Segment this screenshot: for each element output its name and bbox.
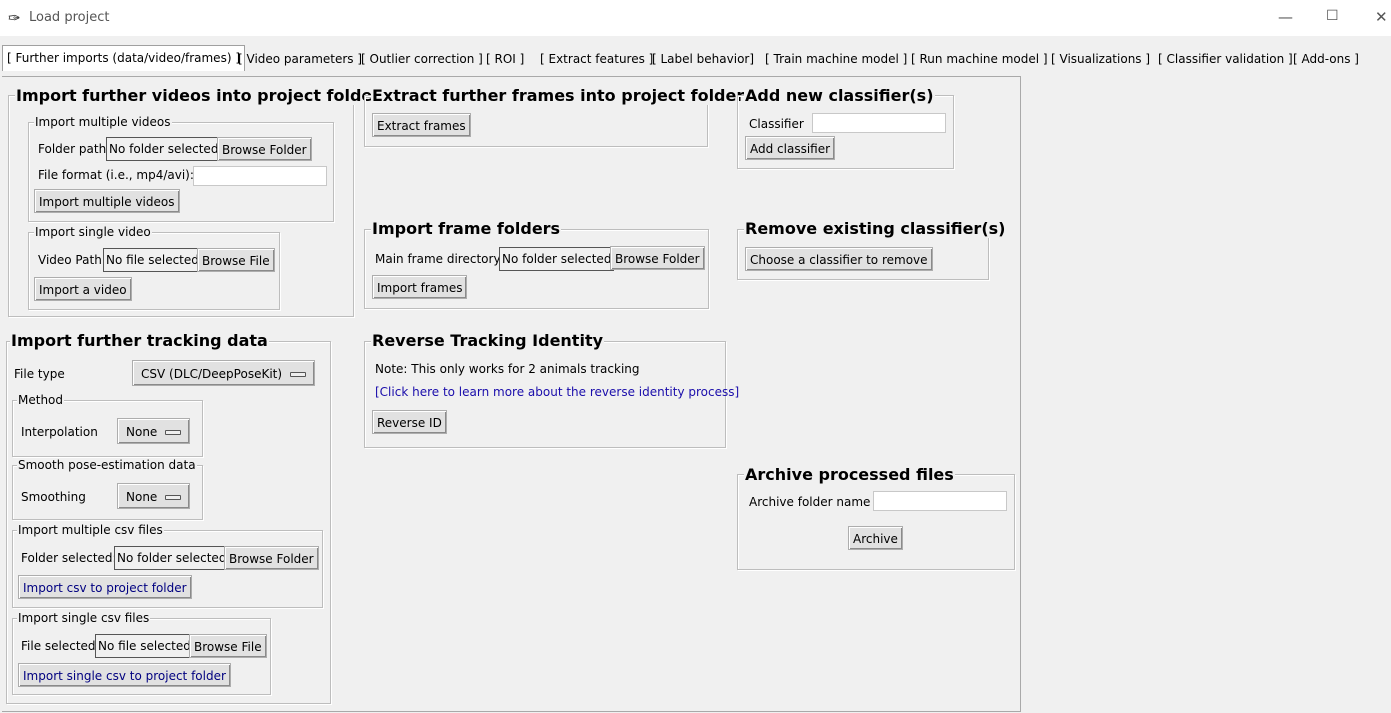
multi-csv-title: Import multiple csv files bbox=[17, 523, 164, 537]
archive-button[interactable]: Archive bbox=[848, 526, 903, 550]
smooth-title: Smooth pose-estimation data bbox=[17, 458, 197, 472]
classifier-field[interactable] bbox=[812, 113, 946, 133]
interpolation-value: None bbox=[126, 425, 158, 439]
smoothing-dropdown[interactable]: None bbox=[117, 483, 191, 509]
import-multiple-videos-title: Import multiple videos bbox=[34, 115, 172, 129]
maximize-icon[interactable]: ☐ bbox=[1326, 8, 1339, 24]
remove-classifier-title: Remove existing classifier(s) bbox=[744, 219, 1007, 238]
archive-folder-label: Archive folder name bbox=[749, 495, 871, 509]
tracking-data-title: Import further tracking data bbox=[10, 331, 269, 350]
tab-outlier-correction[interactable]: [ Outlier correction ] bbox=[361, 52, 483, 66]
interpolation-dropdown[interactable]: None bbox=[117, 418, 191, 444]
add-classifier-button[interactable]: Add classifier bbox=[745, 136, 836, 160]
video-path-status: No file selected bbox=[103, 248, 202, 272]
reverse-id-button[interactable]: Reverse ID bbox=[372, 410, 447, 434]
interpolation-label: Interpolation bbox=[21, 425, 98, 439]
dropdown-indicator-icon bbox=[165, 430, 182, 435]
dropdown-indicator-icon bbox=[290, 372, 307, 377]
extract-frames-button[interactable]: Extract frames bbox=[372, 113, 471, 137]
reverse-learn-more-link[interactable]: [Click here to learn more about the reve… bbox=[375, 385, 739, 399]
archive-frame bbox=[737, 474, 1015, 570]
tab-roi[interactable]: [ ROI ] bbox=[486, 52, 524, 66]
browse-frame-folder-button[interactable]: Browse Folder bbox=[610, 246, 705, 270]
extract-frames-title: Extract further frames into project fold… bbox=[371, 86, 746, 105]
reverse-identity-title: Reverse Tracking Identity bbox=[371, 331, 605, 350]
browse-file-button[interactable]: Browse File bbox=[197, 248, 275, 272]
folder-selected-status: No folder selected bbox=[114, 546, 230, 570]
remove-classifier-button[interactable]: Choose a classifier to remove bbox=[745, 247, 933, 271]
reverse-note: Note: This only works for 2 animals trac… bbox=[375, 362, 640, 376]
tab-classifier-validation[interactable]: [ Classifier validation ] bbox=[1158, 52, 1293, 66]
import-video-button[interactable]: Import a video bbox=[34, 277, 132, 301]
browse-folder-csv-button[interactable]: Browse Folder bbox=[224, 546, 319, 570]
import-csv-button[interactable]: Import csv to project folder bbox=[18, 575, 192, 599]
minimize-icon[interactable]: — bbox=[1278, 8, 1293, 26]
browse-folder-button[interactable]: Browse Folder bbox=[217, 137, 312, 161]
classifier-label: Classifier bbox=[749, 117, 804, 131]
window-title: Load project bbox=[29, 10, 110, 25]
tab-run-machine-model[interactable]: [ Run machine model ] bbox=[911, 52, 1048, 66]
file-type-label: File type bbox=[14, 367, 65, 381]
folder-path-status: No folder selected bbox=[106, 137, 222, 161]
tab-visualizations[interactable]: [ Visualizations ] bbox=[1051, 52, 1150, 66]
import-single-csv-button[interactable]: Import single csv to project folder bbox=[18, 663, 231, 687]
browse-file-csv-button[interactable]: Browse File bbox=[189, 634, 267, 658]
archive-title: Archive processed files bbox=[744, 465, 955, 484]
frame-folders-title: Import frame folders bbox=[371, 219, 562, 238]
tab-further-imports[interactable]: [ Further imports (data/video/frames) ] bbox=[2, 45, 245, 71]
dropdown-indicator-icon bbox=[165, 495, 182, 500]
tab-video-parameters[interactable]: [ Video parameters ] bbox=[238, 52, 362, 66]
smoothing-value: None bbox=[126, 490, 158, 504]
video-path-label: Video Path bbox=[38, 253, 102, 267]
tab-train-machine-model[interactable]: [ Train machine model ] bbox=[765, 52, 907, 66]
smoothing-label: Smoothing bbox=[21, 490, 86, 504]
archive-folder-field[interactable] bbox=[873, 491, 1007, 511]
main-frame-directory-status: No folder selected bbox=[499, 247, 615, 271]
file-type-dropdown[interactable]: CSV (DLC/DeepPoseKit) bbox=[132, 360, 316, 386]
file-selected-status: No file selected bbox=[95, 634, 194, 658]
single-csv-title: Import single csv files bbox=[17, 611, 151, 625]
feather-icon: ✑ bbox=[8, 9, 21, 27]
file-selected-label: File selected bbox=[21, 639, 96, 653]
tab-extract-features[interactable]: [ Extract features ] bbox=[540, 52, 653, 66]
file-format-label: File format (i.e., mp4/avi): bbox=[38, 168, 194, 182]
tab-label-behavior[interactable]: [ Label behavior] bbox=[652, 52, 754, 66]
title-bar bbox=[0, 0, 1391, 36]
add-classifier-title: Add new classifier(s) bbox=[744, 86, 935, 105]
file-type-value: CSV (DLC/DeepPoseKit) bbox=[141, 367, 283, 381]
folder-selected-label: Folder selected: bbox=[21, 551, 117, 565]
close-icon[interactable]: ✕ bbox=[1375, 8, 1388, 26]
main-frame-directory-label: Main frame directory bbox=[375, 252, 501, 266]
file-format-field[interactable] bbox=[193, 166, 327, 186]
import-videos-title: Import further videos into project folde… bbox=[15, 86, 382, 105]
import-multiple-videos-button[interactable]: Import multiple videos bbox=[34, 189, 180, 213]
tab-add-ons[interactable]: [ Add-ons ] bbox=[1293, 52, 1359, 66]
method-title: Method bbox=[17, 393, 65, 407]
folder-path-label: Folder path bbox=[38, 142, 107, 156]
import-frames-button[interactable]: Import frames bbox=[372, 275, 468, 299]
import-single-video-title: Import single video bbox=[34, 225, 152, 239]
